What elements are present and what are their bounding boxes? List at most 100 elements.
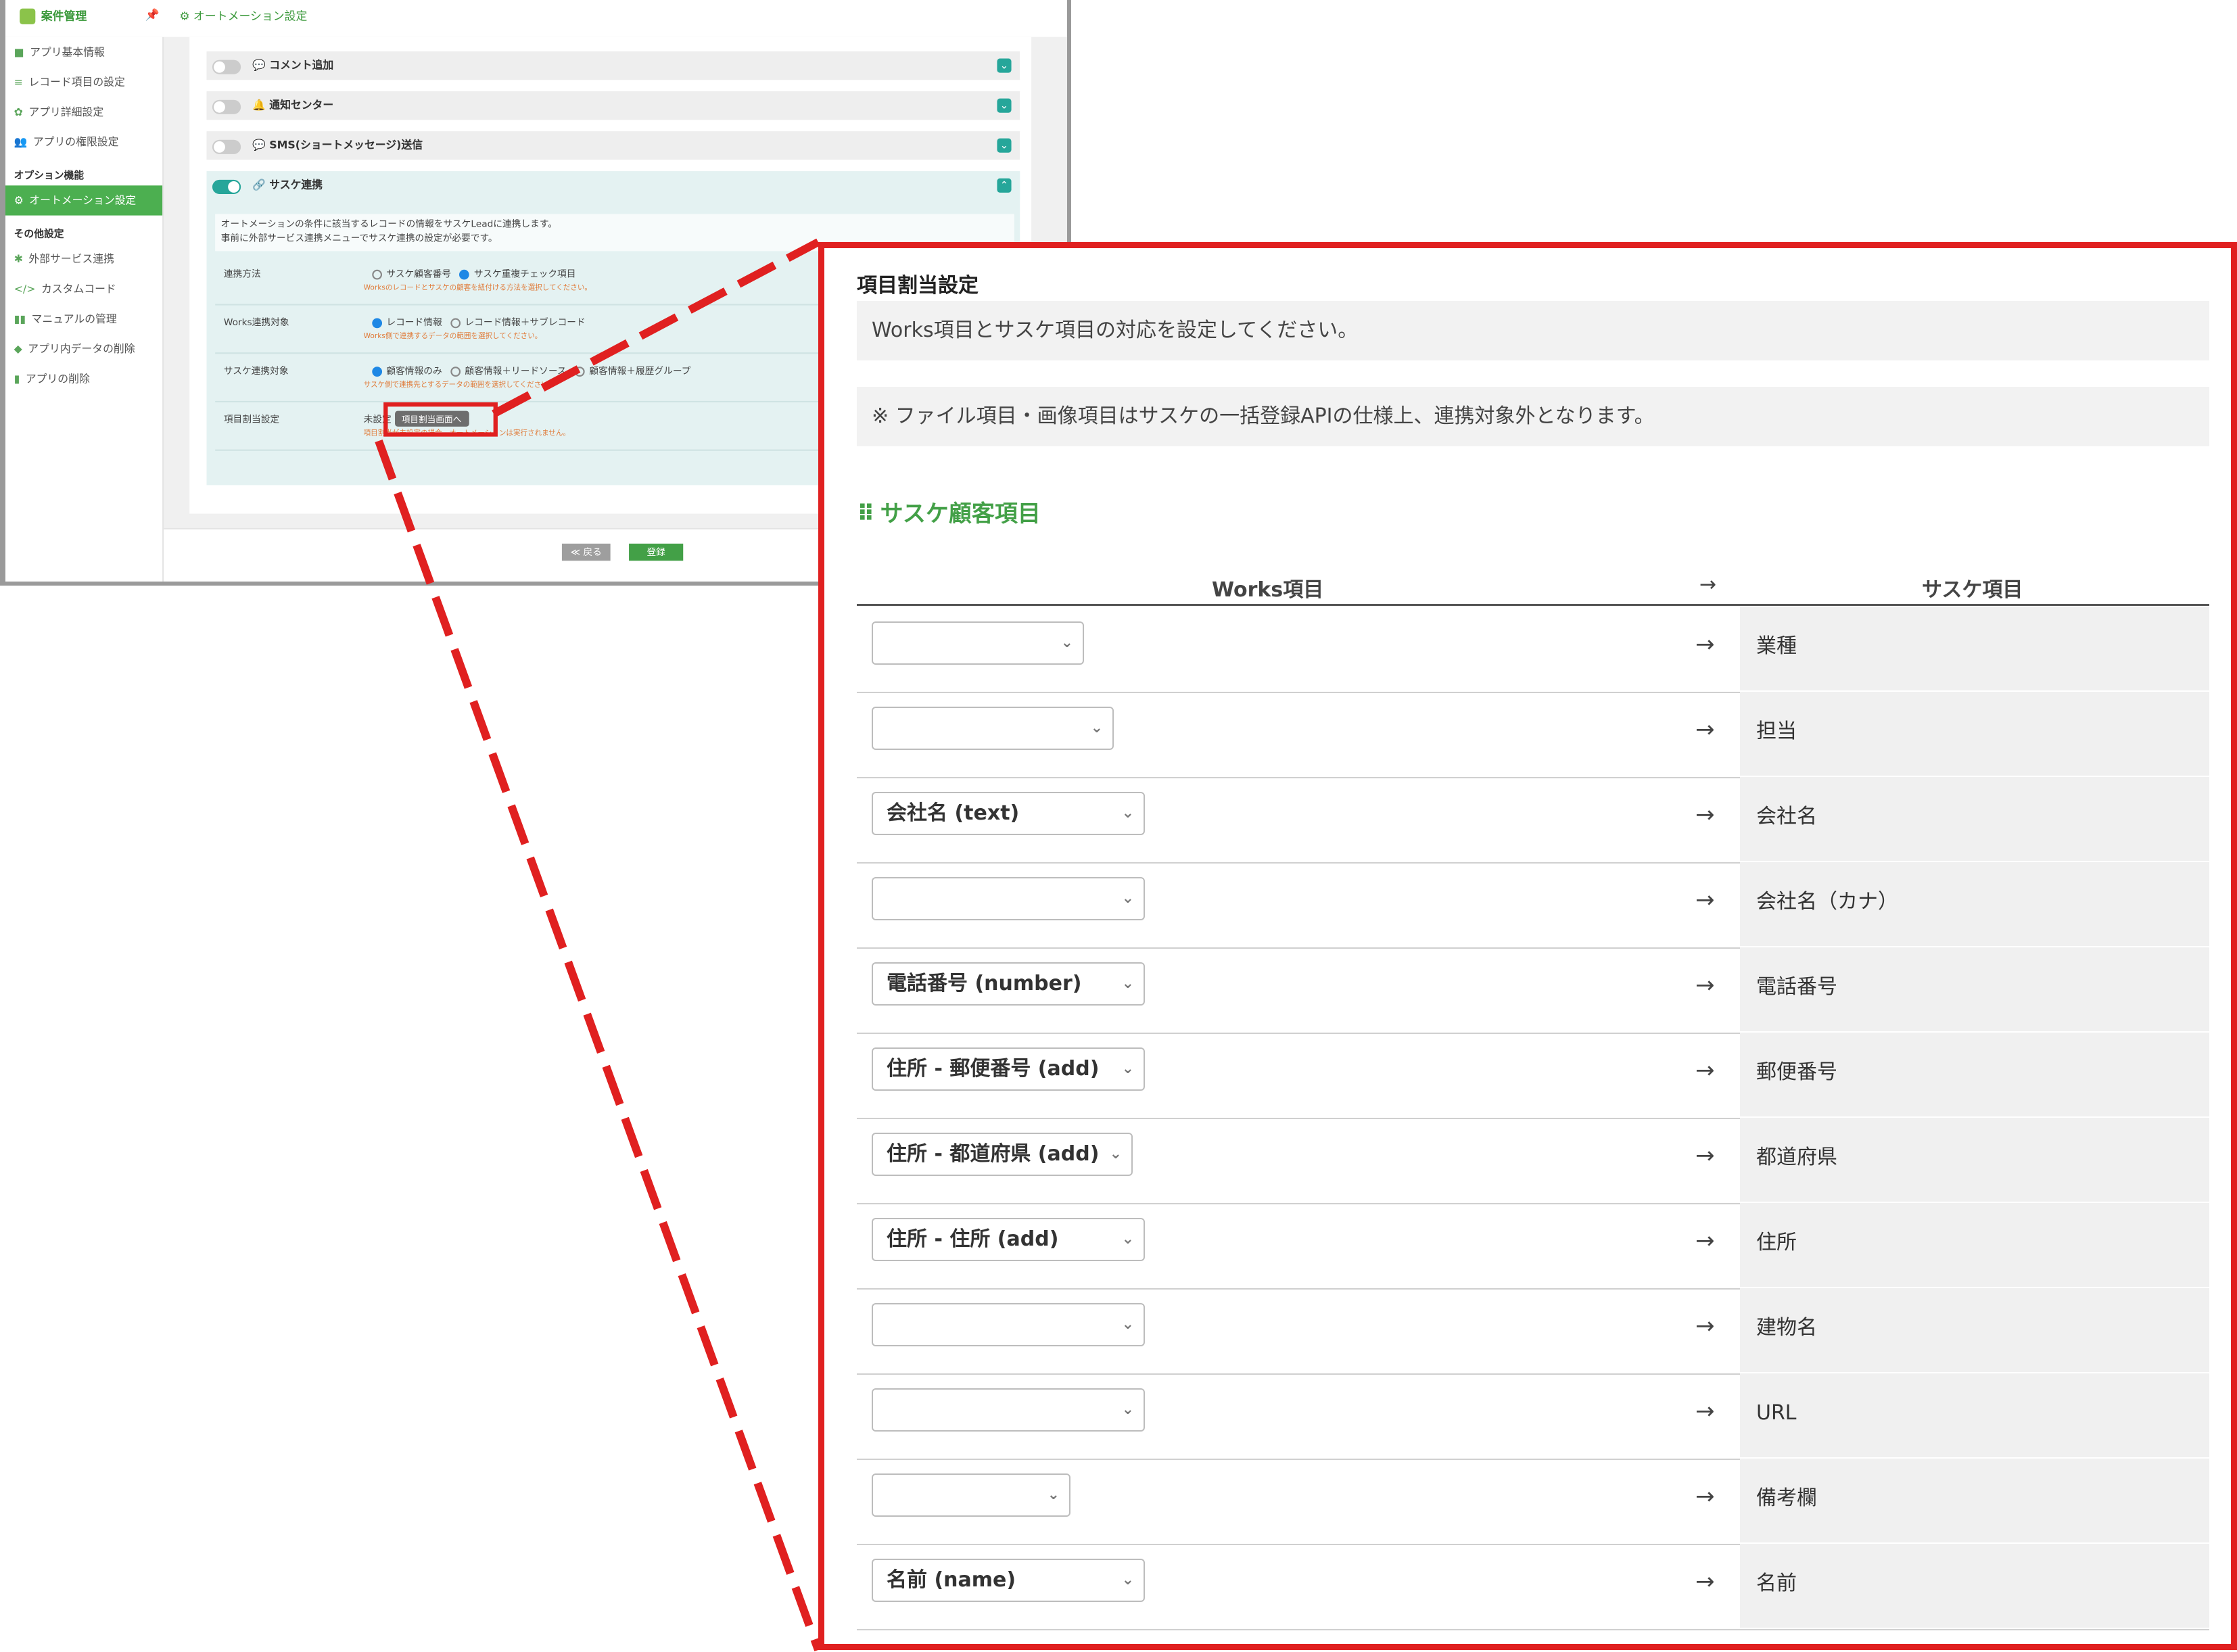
- sidebar-item-permissions[interactable]: 👥 アプリの権限設定: [5, 127, 162, 157]
- chevron-down-icon[interactable]: ⌄: [997, 138, 1012, 153]
- mapping-row: ⌄ → URL: [857, 1373, 2209, 1460]
- breadcrumb: ⚙ オートメーション設定: [179, 9, 308, 23]
- arrow-icon: →: [1695, 1398, 1715, 1425]
- sidebar-item-app-detail[interactable]: ✿ アプリ詳細設定: [5, 97, 162, 126]
- info-icon: ■: [14, 45, 24, 59]
- chevron-up-icon[interactable]: ⌃: [997, 178, 1012, 193]
- radio-button[interactable]: [450, 317, 461, 328]
- arrow-icon: →: [1695, 1313, 1715, 1340]
- mapping-row: 電話番号 (number) ⌄ → 電話番号: [857, 947, 2209, 1034]
- chevron-down-icon[interactable]: ⌄: [997, 58, 1012, 73]
- automation-row-notification[interactable]: 🔔 通知センター ⌄: [206, 91, 1020, 120]
- mapping-row: 住所 - 都道府県 (add) ⌄ → 都道府県: [857, 1118, 2209, 1204]
- sidebar-item-app-basic[interactable]: ■ アプリ基本情報: [5, 37, 162, 67]
- works-field-select[interactable]: 名前 (name) ⌄: [872, 1559, 1145, 1602]
- mapping-notice: ※ ファイル項目・画像項目はサスケの一括登録APIの仕様上、連携対象外となります…: [857, 387, 2209, 446]
- puzzle-icon: ✱: [14, 252, 23, 266]
- arrow-icon: →: [1695, 1568, 1715, 1595]
- chevron-down-icon: ⌄: [1121, 1572, 1134, 1588]
- chevron-down-icon: ⌄: [1109, 1146, 1122, 1162]
- automation-icon: ⚙: [14, 193, 24, 207]
- sasuke-field-label: 名前: [1740, 1544, 2209, 1628]
- mapping-row: ⌄ → 会社名（カナ）: [857, 862, 2209, 949]
- chevron-down-icon: ⌄: [1121, 1231, 1134, 1248]
- sasuke-field-label: 建物名: [1740, 1288, 2209, 1372]
- chevron-down-icon: ⌄: [1121, 890, 1134, 907]
- mapping-title: 項目割当設定: [857, 274, 979, 298]
- works-field-select[interactable]: ⌄: [872, 621, 1084, 665]
- sasuke-field-label: 会社名（カナ）: [1740, 862, 2209, 946]
- mapping-table-header: Works項目 → サスケ項目: [857, 571, 2209, 606]
- sasuke-field-label: 業種: [1740, 607, 2209, 690]
- sasuke-field-label: 会社名: [1740, 777, 2209, 861]
- radio-button-selected[interactable]: [372, 317, 383, 328]
- sidebar-item-manual[interactable]: ▮▮ マニュアルの管理: [5, 304, 162, 333]
- gear-icon: ✿: [14, 105, 23, 119]
- mapping-row: ⌄ → 建物名: [857, 1288, 2209, 1375]
- radio-button[interactable]: [372, 268, 383, 279]
- app-title[interactable]: 案件管理: [20, 8, 87, 24]
- automation-row-sasuke[interactable]: 🔗 サスケ連携 ⌃: [206, 171, 1020, 200]
- works-field-select[interactable]: ⌄: [872, 707, 1114, 750]
- automation-row-sms[interactable]: 💬 SMS(ショートメッセージ)送信 ⌄: [206, 131, 1020, 160]
- sasuke-field-label: 備考欄: [1740, 1459, 2209, 1542]
- toggle-switch[interactable]: [212, 179, 241, 194]
- radio-button[interactable]: [575, 366, 586, 376]
- toggle-switch[interactable]: [212, 60, 241, 74]
- chevron-down-icon: ⌄: [1090, 719, 1103, 736]
- connector-line-bottom: [375, 439, 822, 1652]
- works-field-select[interactable]: 会社名 (text) ⌄: [872, 792, 1145, 835]
- arrow-icon: →: [1695, 801, 1715, 828]
- works-field-select[interactable]: 住所 - 住所 (add) ⌄: [872, 1218, 1145, 1261]
- automation-icon: ⚙: [179, 9, 193, 23]
- sidebar-item-record-fields[interactable]: ≡ レコード項目の設定: [5, 67, 162, 97]
- save-button[interactable]: 登録: [629, 543, 684, 561]
- book-icon: ▮▮: [14, 312, 26, 326]
- arrow-icon: →: [1695, 631, 1715, 658]
- section-title: ⠿ サスケ顧客項目: [857, 500, 1041, 527]
- pin-icon[interactable]: 📌: [145, 9, 160, 22]
- arrow-icon: →: [1695, 1227, 1715, 1254]
- link-icon: 🔗: [252, 178, 270, 191]
- chevron-down-icon[interactable]: ⌄: [997, 98, 1012, 113]
- works-field-select[interactable]: ⌄: [872, 1473, 1070, 1517]
- column-arrow: →: [1699, 573, 1717, 596]
- sidebar-item-delete-data[interactable]: ◆ アプリ内データの削除: [5, 334, 162, 364]
- toggle-switch[interactable]: [212, 99, 241, 114]
- sidebar: ■ アプリ基本情報 ≡ レコード項目の設定 ✿ アプリ詳細設定 👥 アプリの権限設定 オ…: [5, 37, 164, 582]
- list-icon: ≡: [14, 75, 23, 89]
- app-icon: [20, 8, 36, 24]
- mapping-row: ⌄ → 備考欄: [857, 1459, 2209, 1545]
- works-field-select[interactable]: ⌄: [872, 1388, 1145, 1432]
- sidebar-item-custom-code[interactable]: </> カスタムコード: [5, 274, 162, 304]
- sasuke-field-label: 担当: [1740, 692, 2209, 776]
- eraser-icon: ◆: [14, 342, 22, 356]
- works-field-select[interactable]: 住所 - 都道府県 (add) ⌄: [872, 1133, 1133, 1176]
- works-field-select[interactable]: ⌄: [872, 1303, 1145, 1346]
- sidebar-item-external[interactable]: ✱ 外部サービス連携: [5, 244, 162, 274]
- mapping-instruction: Works項目とサスケ項目の対応を設定してください。: [857, 301, 2209, 360]
- sasuke-field-label: 電話番号: [1740, 947, 2209, 1031]
- mapping-row: ⌄ → 業種: [857, 607, 2209, 693]
- arrow-icon: →: [1695, 887, 1715, 914]
- mapping-dialog-zoom: 項目割当設定 Works項目とサスケ項目の対応を設定してください。 ※ ファイル…: [818, 242, 2237, 1650]
- radio-button-selected[interactable]: [459, 268, 470, 279]
- sidebar-other-header: その他設定: [14, 228, 64, 240]
- radio-button-selected[interactable]: [372, 366, 383, 376]
- toggle-switch[interactable]: [212, 139, 241, 154]
- works-field-select[interactable]: 電話番号 (number) ⌄: [872, 962, 1145, 1006]
- automation-row-comment[interactable]: 💬 コメント追加 ⌄: [206, 51, 1020, 80]
- works-field-select[interactable]: ⌄: [872, 877, 1145, 920]
- chevron-down-icon: ⌄: [1121, 1316, 1134, 1333]
- radio-button[interactable]: [450, 366, 461, 376]
- sasuke-field-label: 郵便番号: [1740, 1033, 2209, 1116]
- mapping-row: ⌄ → 担当: [857, 692, 2209, 778]
- chevron-down-icon: ⌄: [1121, 975, 1134, 992]
- back-button[interactable]: ≪ 戻る: [561, 543, 611, 561]
- highlight-box: [383, 402, 498, 437]
- works-field-select[interactable]: 住所 - 郵便番号 (add) ⌄: [872, 1047, 1145, 1091]
- chevron-down-icon: ⌄: [1121, 1401, 1134, 1418]
- sidebar-item-automation[interactable]: ⚙ オートメーション設定: [5, 185, 163, 216]
- arrow-icon: →: [1695, 1142, 1715, 1169]
- sidebar-item-delete-app[interactable]: ▮ アプリの削除: [5, 364, 162, 394]
